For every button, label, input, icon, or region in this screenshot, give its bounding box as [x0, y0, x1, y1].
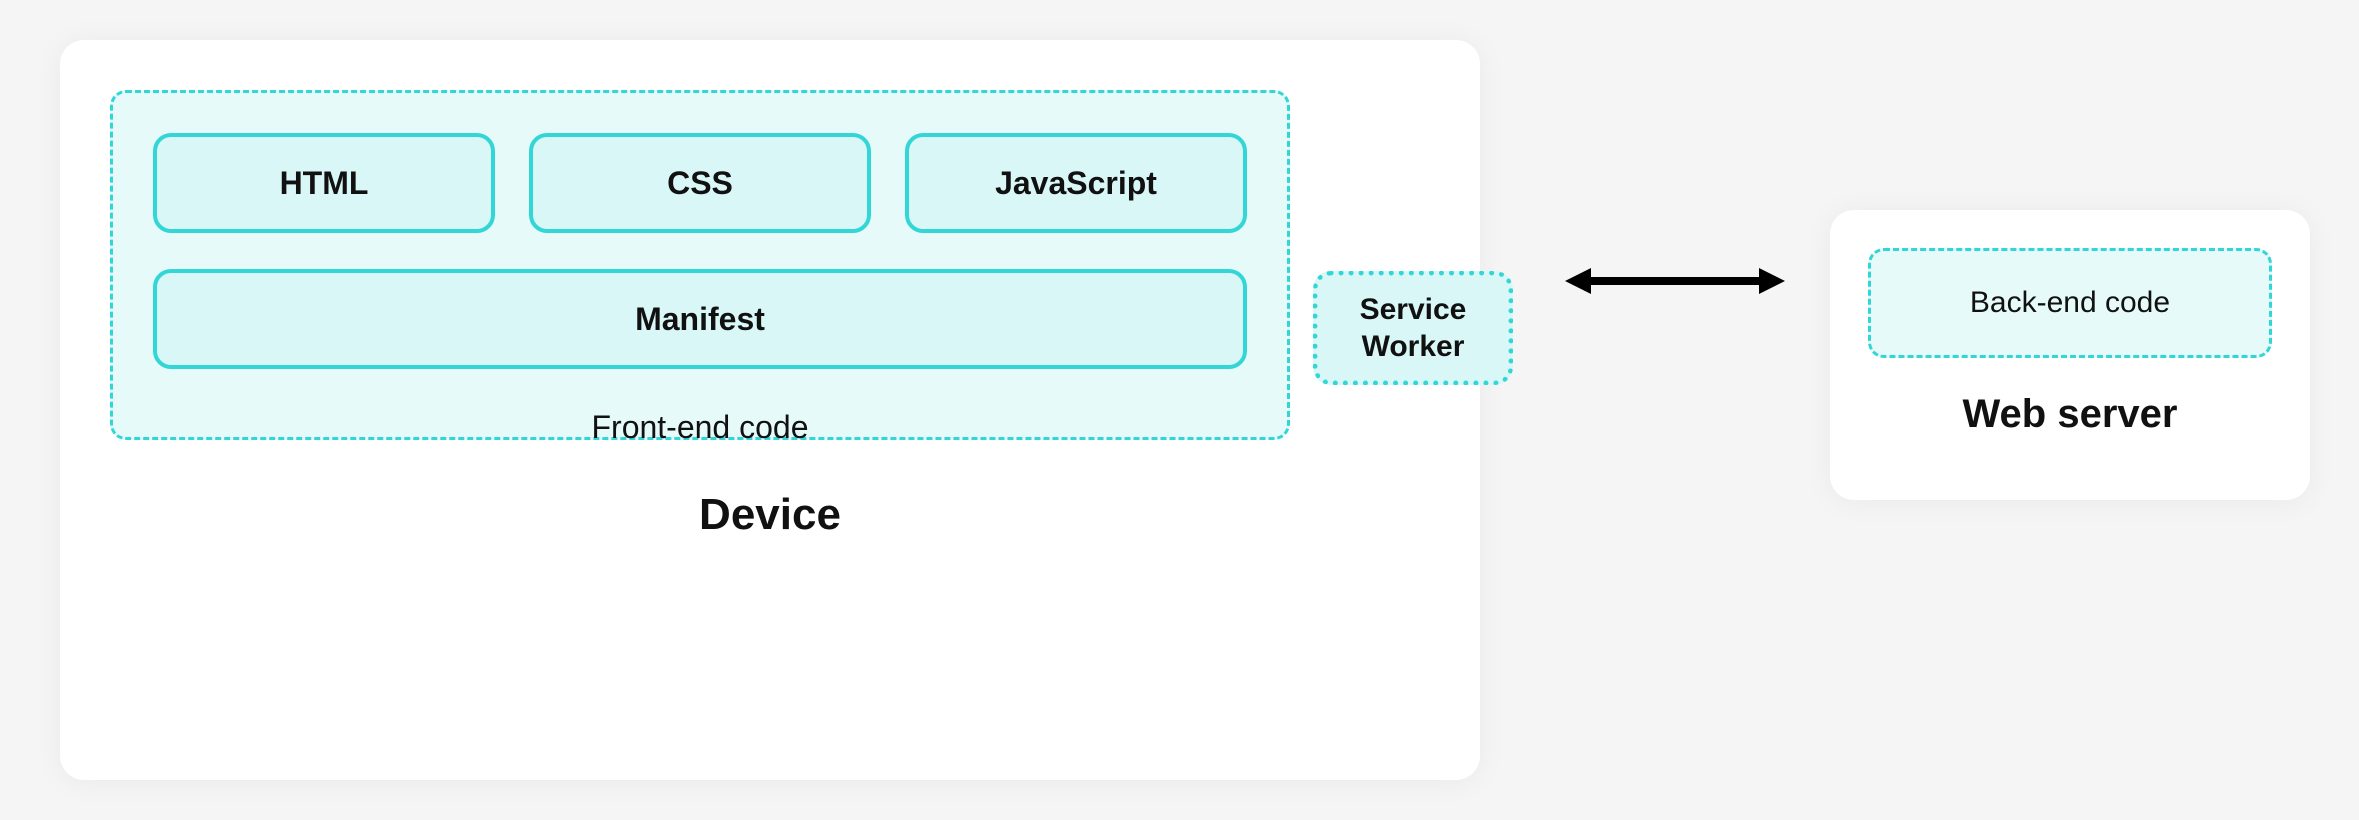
frontend-top-row: HTML CSS JavaScript: [153, 133, 1247, 233]
html-box: HTML: [153, 133, 495, 233]
javascript-box: JavaScript: [905, 133, 1247, 233]
backend-container: Back-end code: [1868, 248, 2272, 358]
server-title: Web server: [1868, 392, 2272, 437]
service-worker-box: Service Worker: [1313, 271, 1513, 385]
frontend-container: HTML CSS JavaScript Manifest Front-end c…: [110, 90, 1290, 440]
css-box: CSS: [529, 133, 871, 233]
backend-label: Back-end code: [1970, 286, 2170, 320]
bidirectional-arrow-icon: [1565, 264, 1785, 298]
manifest-box: Manifest: [153, 269, 1247, 369]
server-card: Back-end code Web server: [1830, 210, 2310, 500]
device-title: Device: [110, 490, 1430, 540]
device-card: HTML CSS JavaScript Manifest Front-end c…: [60, 40, 1480, 780]
manifest-row: Manifest: [153, 269, 1247, 369]
diagram-canvas: HTML CSS JavaScript Manifest Front-end c…: [0, 0, 2359, 820]
service-worker-label: Service Worker: [1360, 291, 1467, 366]
frontend-label: Front-end code: [153, 409, 1247, 446]
